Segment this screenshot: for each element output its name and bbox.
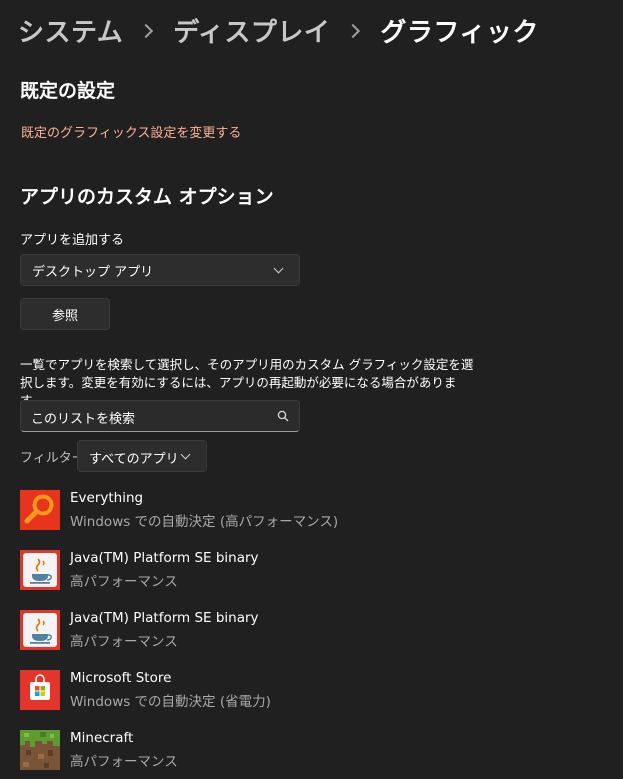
app-type-dropdown[interactable]: デスクトップ アプリ <box>20 254 300 286</box>
app-graphics-setting: 高パフォーマンス <box>70 574 178 590</box>
app-graphics-setting: 高パフォーマンス <box>70 634 178 650</box>
chevron-down-icon <box>180 449 191 460</box>
app-name: Minecraft <box>70 730 134 746</box>
chevron-right-icon <box>346 23 361 38</box>
microsoft-store-icon <box>20 670 60 710</box>
browse-button[interactable]: 参照 <box>20 298 110 330</box>
app-name: Java(TM) Platform SE binary <box>70 610 259 626</box>
breadcrumb-system[interactable]: システム <box>18 12 123 49</box>
app-name: Java(TM) Platform SE binary <box>70 550 259 566</box>
list-item[interactable]: Java(TM) Platform SE binary 高パフォーマンス <box>20 610 580 660</box>
app-name: Everything <box>70 490 144 506</box>
search-icon <box>277 410 289 422</box>
graphics-settings-page: システム ディスプレイ グラフィック 既定の設定 既定のグラフィックス設定を変更… <box>0 0 623 779</box>
everything-icon <box>20 490 60 530</box>
search-input[interactable]: このリストを検索 <box>20 400 300 432</box>
page-title: グラフィック <box>380 18 539 48</box>
custom-options-heading: アプリのカスタム オプション <box>20 186 274 208</box>
list-item[interactable]: Everything Windows での自動決定 (高パフォーマンス) <box>20 490 580 540</box>
list-item[interactable]: Microsoft Store Windows での自動決定 (省電力) <box>20 670 580 720</box>
default-settings-heading: 既定の設定 <box>20 80 116 102</box>
list-item[interactable]: Minecraft 高パフォーマンス <box>20 730 580 779</box>
app-graphics-setting: Windows での自動決定 (高パフォーマンス) <box>70 514 339 530</box>
minecraft-icon <box>20 730 60 770</box>
filter-value: すべてのアプリ <box>89 452 179 467</box>
breadcrumb-display[interactable]: ディスプレイ <box>173 12 330 49</box>
app-graphics-setting: Windows での自動決定 (省電力) <box>70 694 271 710</box>
search-placeholder: このリストを検索 <box>31 412 136 427</box>
app-graphics-setting: 高パフォーマンス <box>70 754 178 770</box>
breadcrumb: システム ディスプレイ グラフィック <box>18 12 539 49</box>
filter-dropdown[interactable]: すべてのアプリ <box>77 440 207 472</box>
java-icon <box>20 610 60 650</box>
add-app-label: アプリを追加する <box>20 233 125 248</box>
list-item[interactable]: Java(TM) Platform SE binary 高パフォーマンス <box>20 550 580 600</box>
browse-button-label: 参照 <box>51 308 78 324</box>
change-default-graphics-link[interactable]: 既定のグラフィックス設定を変更する <box>21 122 241 141</box>
app-type-value: デスクトップ アプリ <box>32 264 154 280</box>
app-name: Microsoft Store <box>70 670 172 686</box>
chevron-right-icon <box>139 23 154 38</box>
chevron-down-icon <box>273 263 284 274</box>
java-icon <box>20 550 60 590</box>
